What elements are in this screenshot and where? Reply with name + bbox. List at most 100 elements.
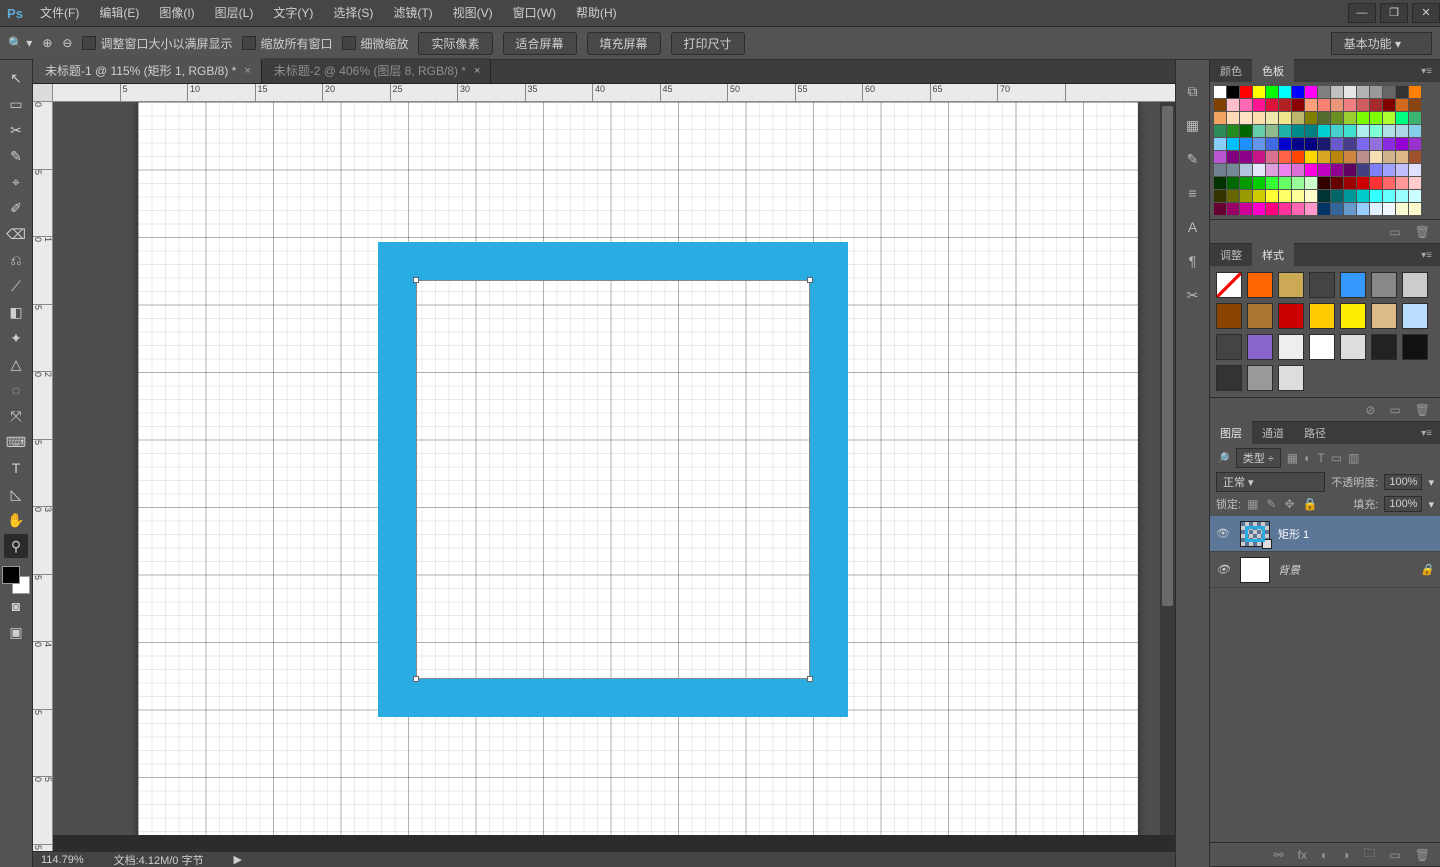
screen-mode-icon[interactable]: ▣ [4,620,28,644]
swatch[interactable] [1409,125,1421,137]
swatch[interactable] [1253,177,1265,189]
tool-12[interactable]: ◌ [4,378,28,402]
style-preset[interactable] [1247,303,1273,329]
style-preset[interactable] [1278,272,1304,298]
actual-pixels-button[interactable]: 实际像素 [418,32,492,55]
swatch[interactable] [1383,203,1395,215]
transform-bounds[interactable] [416,280,810,679]
swatch[interactable] [1240,99,1252,111]
dock-icon[interactable]: A [1182,216,1204,238]
canvas-page[interactable] [138,102,1138,835]
swatch[interactable] [1266,177,1278,189]
swatch[interactable] [1240,112,1252,124]
swatch[interactable] [1370,112,1382,124]
swatch[interactable] [1396,177,1408,189]
swatch[interactable] [1357,164,1369,176]
filter-smart-icon[interactable]: ▥ [1348,451,1359,465]
delete-swatch-icon[interactable]: 🗑 [1415,225,1430,239]
style-preset[interactable] [1371,272,1397,298]
zoom-all-windows-checkbox[interactable]: 缩放所有窗口 [242,35,332,52]
swatch[interactable] [1305,99,1317,111]
swatch[interactable] [1370,125,1382,137]
style-preset[interactable] [1402,272,1428,298]
style-preset[interactable] [1309,334,1335,360]
layer-name[interactable]: 矩形 1 [1278,526,1309,542]
tab-paths[interactable]: 路径 [1294,421,1336,445]
swatch[interactable] [1357,151,1369,163]
menu-图层[interactable]: 图层(L) [205,0,264,27]
tool-6[interactable]: ⌫ [4,222,28,246]
swatch[interactable] [1318,190,1330,202]
tab-adjustments[interactable]: 调整 [1210,243,1252,267]
dock-icon[interactable]: ✂ [1182,284,1204,306]
swatch[interactable] [1318,177,1330,189]
swatch[interactable] [1266,112,1278,124]
vertical-ruler[interactable]: 0 51 0 52 0 53 0 54 0 55 0 56 0 [33,102,53,851]
swatch[interactable] [1396,164,1408,176]
fill-value[interactable]: 100% [1384,496,1422,512]
swatch[interactable] [1331,125,1343,137]
swatch[interactable] [1305,86,1317,98]
swatch[interactable] [1240,138,1252,150]
dock-icon[interactable]: ¶ [1182,250,1204,272]
swatch[interactable] [1227,177,1239,189]
new-fill-adjust-icon[interactable]: ◑ [1342,848,1349,862]
swatch[interactable] [1318,138,1330,150]
tool-0[interactable]: ↖ [4,66,28,90]
tool-8[interactable]: ⟋ [4,274,28,298]
swatch[interactable] [1331,164,1343,176]
menu-编辑[interactable]: 编辑(E) [89,0,149,27]
swatch[interactable] [1318,203,1330,215]
swatch[interactable] [1214,164,1226,176]
layer-mask-icon[interactable]: ◐ [1321,848,1328,862]
menu-帮助[interactable]: 帮助(H) [566,0,627,27]
close-tab-icon[interactable]: × [474,65,480,77]
swatch[interactable] [1253,86,1265,98]
style-preset[interactable] [1371,303,1397,329]
maximize-button[interactable]: ❐ [1380,3,1408,23]
swatch[interactable] [1266,203,1278,215]
print-size-button[interactable]: 打印尺寸 [671,32,745,55]
swatch[interactable] [1266,125,1278,137]
swatch[interactable] [1318,125,1330,137]
layer-name[interactable]: 背景 [1278,562,1300,578]
blend-mode-select[interactable]: 正常 ▾ [1216,472,1325,492]
style-preset[interactable] [1340,303,1366,329]
style-preset[interactable] [1309,303,1335,329]
swatch[interactable] [1292,125,1304,137]
tool-1[interactable]: ▭ [4,92,28,116]
ruler-origin[interactable] [33,84,53,102]
swatch[interactable] [1396,112,1408,124]
style-preset[interactable] [1340,334,1366,360]
clear-style-icon[interactable]: ⊘ [1365,403,1375,417]
swatch[interactable] [1396,138,1408,150]
canvas-viewport[interactable] [53,102,1175,835]
tool-11[interactable]: △ [4,352,28,376]
swatch[interactable] [1383,177,1395,189]
swatch[interactable] [1279,138,1291,150]
swatch[interactable] [1318,112,1330,124]
tab-swatches[interactable]: 色板 [1252,59,1294,83]
style-preset[interactable] [1247,272,1273,298]
swatch[interactable] [1214,177,1226,189]
swatch[interactable] [1409,138,1421,150]
document-info[interactable]: 文档:4.12M/0 字节 [114,852,204,867]
swatch[interactable] [1409,164,1421,176]
panel-menu-icon[interactable]: ▾≡ [1413,428,1440,439]
fit-screen-button[interactable]: 适合屏幕 [503,32,577,55]
swatch[interactable] [1305,138,1317,150]
swatch[interactable] [1266,138,1278,150]
swatch[interactable] [1357,99,1369,111]
panel-menu-icon[interactable]: ▾≡ [1413,66,1440,77]
tab-color[interactable]: 颜色 [1210,59,1252,83]
swatch[interactable] [1344,177,1356,189]
swatch[interactable] [1227,86,1239,98]
status-arrow-icon[interactable]: ▶ [233,853,241,866]
swatch[interactable] [1240,177,1252,189]
swatch[interactable] [1305,112,1317,124]
style-preset[interactable] [1216,365,1242,391]
swatch[interactable] [1227,112,1239,124]
swatch[interactable] [1240,86,1252,98]
swatch[interactable] [1279,86,1291,98]
tool-13[interactable]: ⤧ [4,404,28,428]
